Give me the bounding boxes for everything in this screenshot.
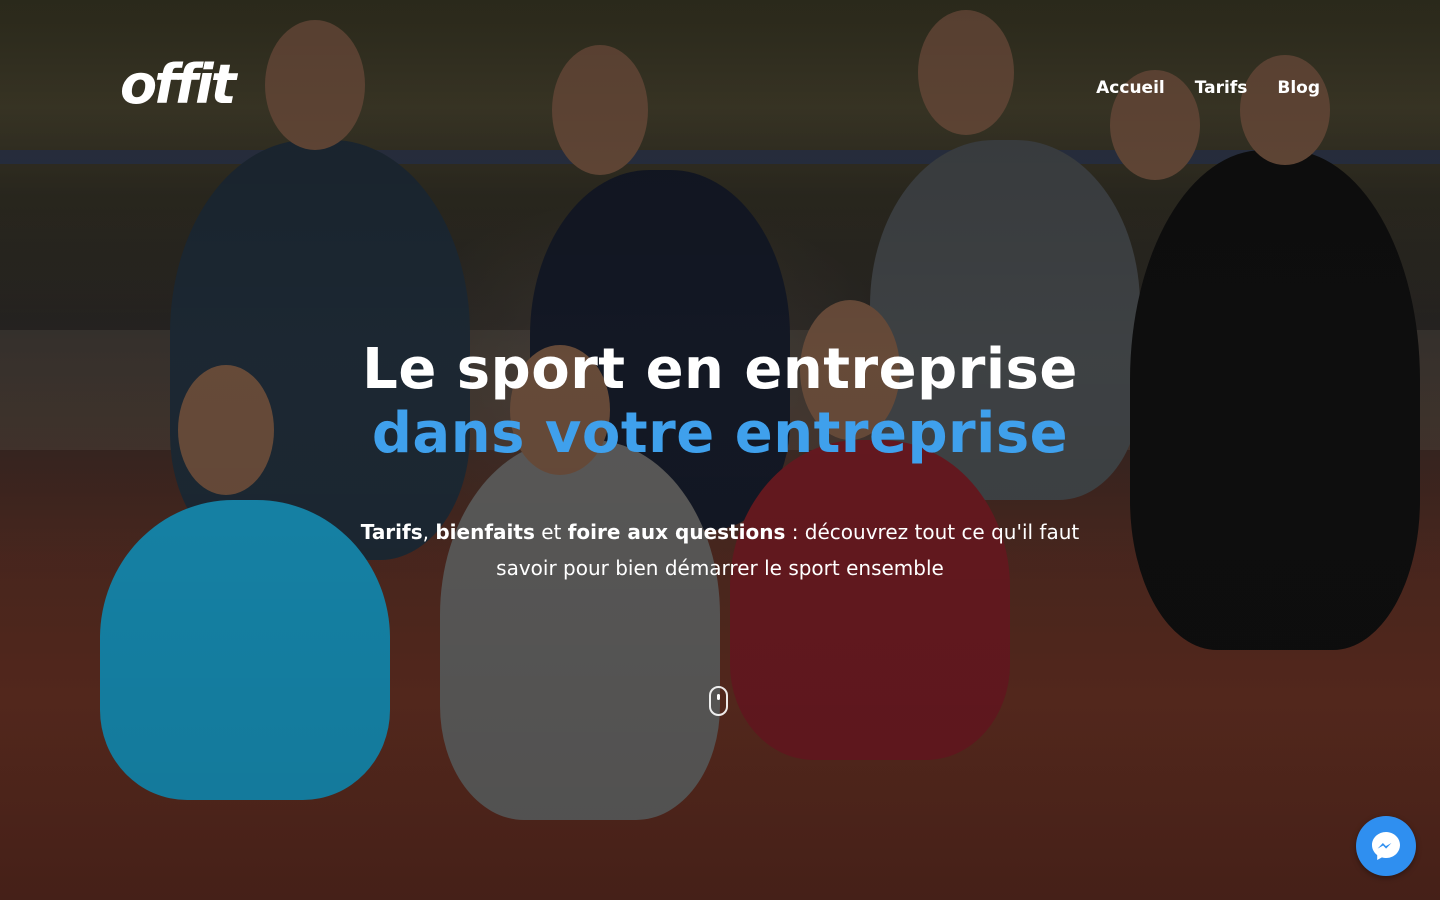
hero-section: offit Accueil Tarifs Blog Le sport en en…	[0, 0, 1440, 900]
headline-line-1: Le sport en entreprise	[362, 336, 1078, 402]
nav-link-blog[interactable]: Blog	[1277, 78, 1320, 98]
hero-headline: Le sport en entreprise dans votre entrep…	[0, 336, 1440, 466]
nav-link-tarifs[interactable]: Tarifs	[1195, 78, 1248, 98]
subtitle-separator: ,	[422, 520, 436, 544]
messenger-chat-button[interactable]	[1356, 816, 1416, 876]
subtitle-separator: et	[534, 520, 568, 544]
nav-link-accueil[interactable]: Accueil	[1096, 78, 1165, 98]
mouse-scroll-icon[interactable]	[709, 686, 728, 716]
site-logo[interactable]: offit	[120, 58, 236, 112]
mouse-wheel	[717, 694, 720, 700]
subtitle-bold-bienfaits: bienfaits	[435, 520, 535, 544]
main-nav: Accueil Tarifs Blog	[1096, 78, 1320, 98]
subtitle-bold-faq: foire aux questions	[567, 520, 786, 544]
subtitle-bold-tarifs: Tarifs	[360, 520, 423, 544]
messenger-icon	[1372, 832, 1400, 860]
headline-line-2: dans votre entreprise	[371, 400, 1069, 466]
hero-subtitle: Tarifs, bienfaits et foire aux questions…	[360, 514, 1080, 586]
